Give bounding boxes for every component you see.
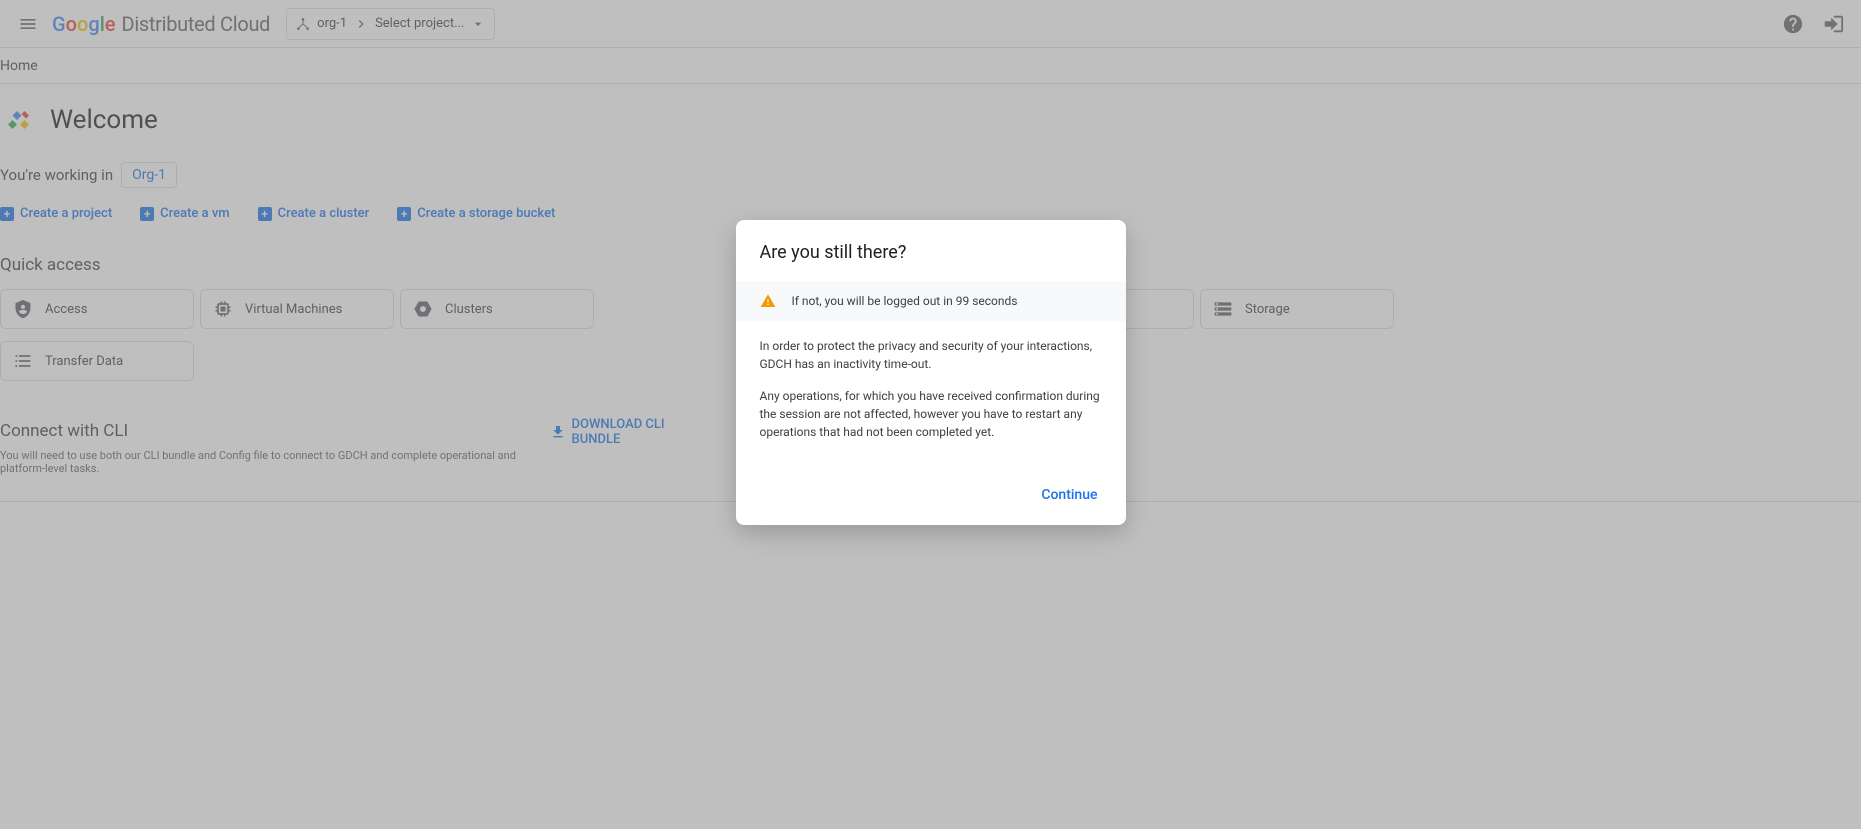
warning-icon: [760, 293, 776, 309]
dialog-actions: Continue: [736, 471, 1126, 511]
dialog-warning-text: If not, you will be logged out in 99 sec…: [792, 294, 1018, 308]
dialog-body: In order to protect the privacy and secu…: [736, 321, 1126, 471]
continue-button[interactable]: Continue: [1031, 479, 1107, 511]
dialog-para-1: In order to protect the privacy and secu…: [760, 337, 1102, 373]
dialog-title: Are you still there?: [736, 242, 1126, 281]
dialog-warning-bar: If not, you will be logged out in 99 sec…: [736, 281, 1126, 321]
dialog-para-2: Any operations, for which you have recei…: [760, 387, 1102, 441]
inactivity-dialog: Are you still there? If not, you will be…: [736, 220, 1126, 525]
modal-scrim: Are you still there? If not, you will be…: [0, 0, 1861, 829]
